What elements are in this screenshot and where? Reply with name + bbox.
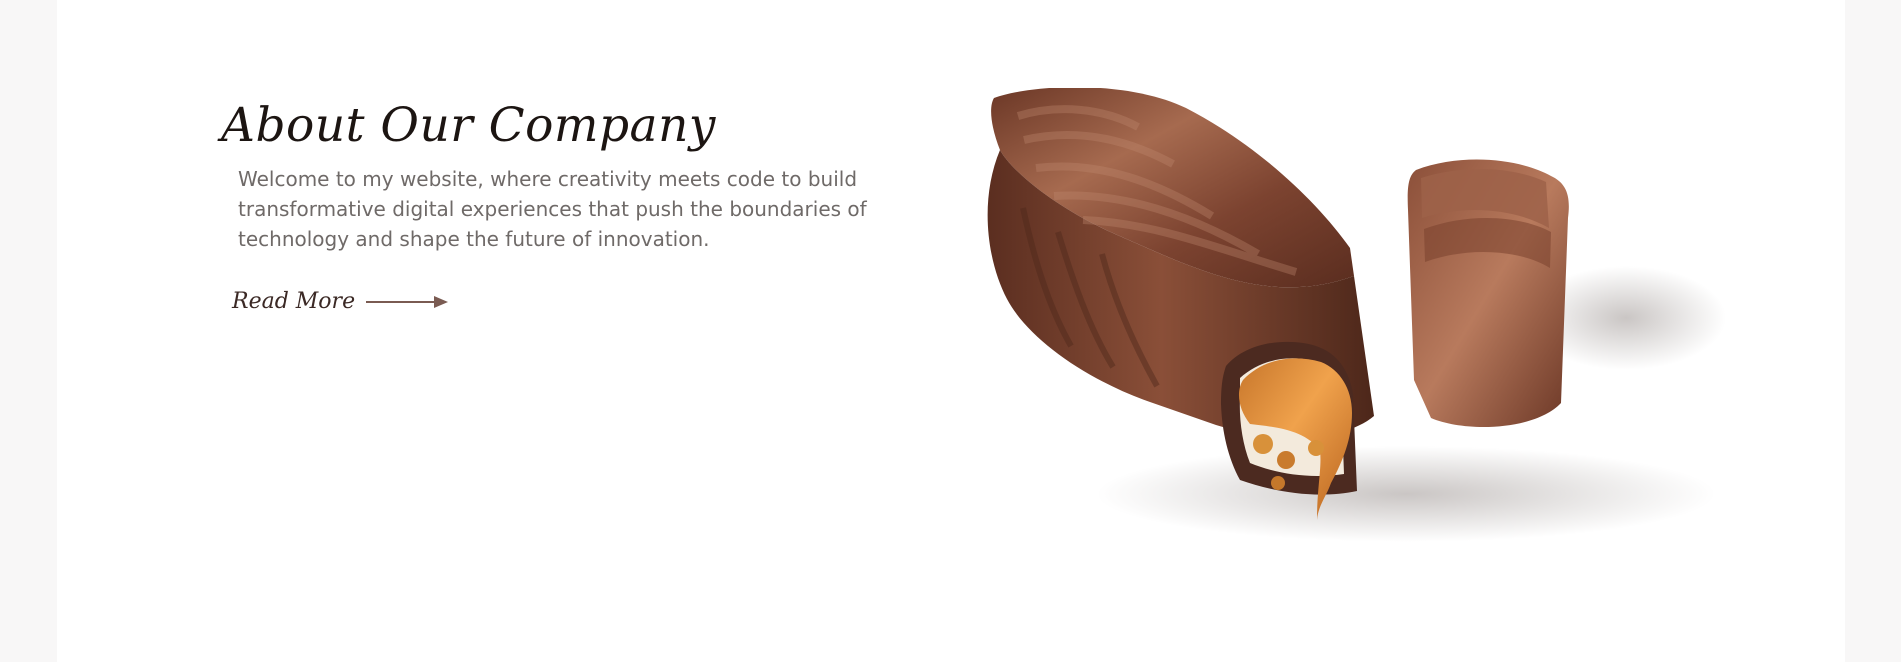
arrow-right-icon [366, 296, 449, 308]
read-more-link[interactable]: Read More [232, 288, 449, 316]
read-more-label: Read More [232, 289, 356, 314]
chocolate-bar-image [976, 88, 1731, 558]
about-section: About Our Company Welcome to my website,… [57, 0, 1845, 662]
page-shell: About Our Company Welcome to my website,… [57, 0, 1845, 662]
about-description: Welcome to my website, where creativity … [238, 167, 867, 251]
about-title: About Our Company [221, 98, 716, 153]
chocolate-bar-illustration [987, 88, 1726, 542]
